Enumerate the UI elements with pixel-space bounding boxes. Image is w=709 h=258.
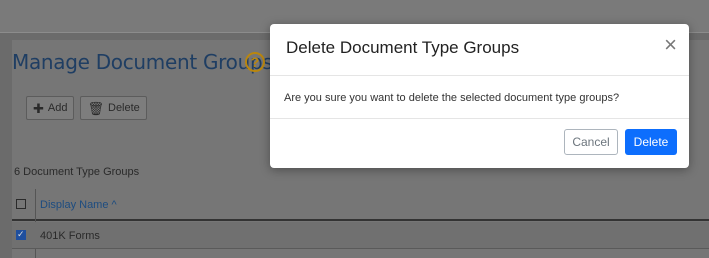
page-title: Manage Document Groups <box>12 50 273 74</box>
row-display-name: 401K Forms <box>40 230 100 242</box>
close-icon[interactable]: × <box>664 34 677 56</box>
delete-button-label: Delete <box>108 102 140 114</box>
select-all-checkbox[interactable] <box>16 199 26 209</box>
confirm-delete-button[interactable]: Delete <box>625 129 677 155</box>
toolbar: ✚ Add 🗑 Delete <box>26 96 147 122</box>
dialog-divider <box>270 118 689 119</box>
dialog-title: Delete Document Type Groups <box>286 38 520 57</box>
add-button-label: Add <box>47 102 68 114</box>
dialog-divider <box>270 75 689 76</box>
row-checkbox[interactable] <box>16 229 26 240</box>
plus-icon: ✚ <box>33 100 44 116</box>
add-button[interactable]: ✚ Add <box>26 96 75 120</box>
delete-button[interactable]: 🗑 Delete <box>80 96 147 120</box>
column-header-display-name[interactable]: Display Name ^ <box>40 199 117 211</box>
delete-dialog: Delete Document Type Groups × Are you su… <box>270 24 689 168</box>
trash-icon: 🗑 <box>87 100 104 116</box>
dialog-message: Are you sure you want to delete the sele… <box>284 92 620 104</box>
cancel-button[interactable]: Cancel <box>564 129 618 155</box>
help-icon[interactable]: ? <box>245 52 265 72</box>
table-row[interactable] <box>12 222 709 249</box>
group-count: 6 Document Type Groups <box>14 166 140 178</box>
